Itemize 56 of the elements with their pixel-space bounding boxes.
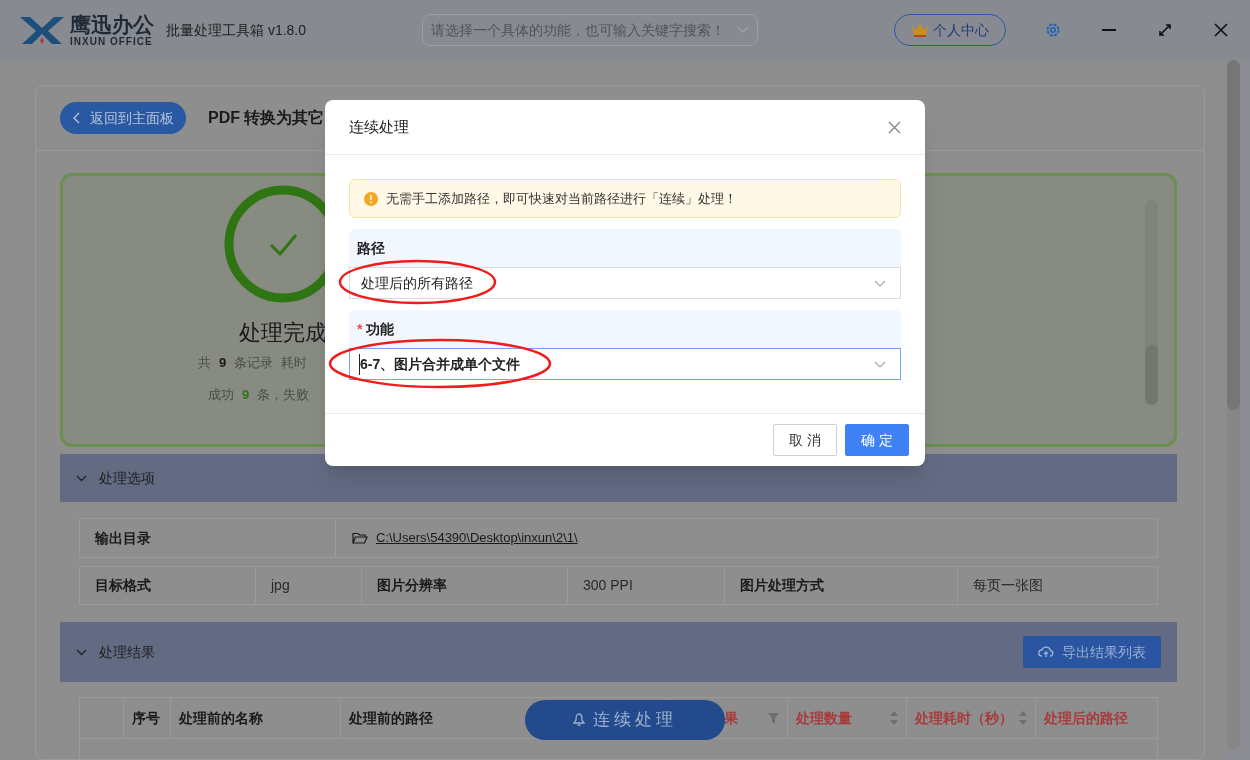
select-field[interactable]: 处理后的所有路径 bbox=[349, 267, 901, 299]
chevron-down-icon bbox=[737, 26, 750, 34]
table-cell: 输出目录 bbox=[80, 519, 336, 557]
page-title: PDF 转换为其它 bbox=[208, 108, 325, 128]
field-label: 功能 bbox=[366, 319, 395, 339]
section-title: 处理结果 bbox=[99, 642, 155, 662]
minimize-icon[interactable] bbox=[1102, 29, 1117, 31]
column-header[interactable]: 序号 bbox=[132, 707, 160, 729]
cancel-button[interactable]: 取 消 bbox=[773, 424, 837, 456]
summary-text: 共 bbox=[198, 354, 211, 372]
close-icon[interactable] bbox=[888, 120, 901, 134]
warning-icon bbox=[364, 191, 378, 206]
maximize-icon[interactable] bbox=[1158, 23, 1173, 37]
notice-text: 无需手工添加路径，即可快速对当前路径进行「连续」处理！ bbox=[386, 189, 737, 208]
summary-text: 条，失败 bbox=[257, 385, 310, 404]
continue-button[interactable]: 连续处理 bbox=[525, 700, 725, 740]
folder-icon bbox=[352, 531, 368, 545]
brand-name: 鹰迅办公 bbox=[70, 13, 154, 35]
table-cell-text: 每页一张图 bbox=[972, 576, 1044, 595]
summary-count: 9 bbox=[242, 385, 250, 404]
chevron-left-icon bbox=[72, 112, 80, 124]
select-field[interactable]: 6-7、图片合并成单个文件 bbox=[349, 348, 901, 380]
close-icon[interactable] bbox=[1214, 23, 1229, 37]
scrollbar-thumb[interactable] bbox=[1227, 60, 1240, 410]
export-button[interactable]: 导出结果列表 bbox=[1023, 636, 1161, 668]
logo-icon bbox=[18, 15, 66, 45]
settings-icon[interactable] bbox=[1045, 22, 1062, 38]
back-button[interactable]: 返回到主面板 bbox=[60, 102, 186, 134]
table-cell: 300 PPI bbox=[568, 567, 725, 604]
app-title: 批量处理工具箱 v1.8.0 bbox=[166, 20, 307, 40]
column-header[interactable]: 处理前的路径 bbox=[349, 707, 433, 729]
table-cell: 图片分辨率 bbox=[362, 567, 568, 604]
chevron-down-icon bbox=[874, 279, 886, 287]
bell-icon bbox=[573, 713, 585, 727]
column-header[interactable]: 处理前的名称 bbox=[179, 707, 263, 729]
cloud-upload-icon bbox=[1038, 646, 1054, 658]
filter-icon[interactable] bbox=[768, 712, 779, 724]
table-cell: 图片处理方式 bbox=[725, 567, 958, 604]
table-cell: jpg bbox=[256, 567, 362, 604]
field-label: 路径 bbox=[357, 238, 385, 258]
sort-icon[interactable] bbox=[1019, 711, 1027, 725]
path-link[interactable]: C:\Users\54390\Desktop\inxun\2\1\ bbox=[376, 528, 578, 548]
summary-count: 9 bbox=[219, 354, 227, 372]
summary-text: 耗时 bbox=[281, 354, 308, 372]
dialog-title: 连续处理 bbox=[349, 116, 409, 137]
section-title: 处理选项 bbox=[99, 468, 155, 488]
section-header[interactable]: 处理结果 导出结果列表 bbox=[60, 622, 1177, 682]
confirm-button[interactable]: 确 定 bbox=[845, 424, 909, 456]
brand-subtitle: INXUN OFFICE bbox=[70, 36, 153, 47]
summary-text: 条记录 bbox=[234, 354, 274, 372]
chevron-down-icon bbox=[874, 360, 886, 368]
sort-icon[interactable] bbox=[890, 711, 898, 725]
table-cell: 目标格式 bbox=[80, 567, 256, 604]
summary-text: 成功 bbox=[208, 385, 234, 404]
required-mark: * bbox=[357, 319, 363, 339]
crown-icon bbox=[911, 22, 930, 38]
